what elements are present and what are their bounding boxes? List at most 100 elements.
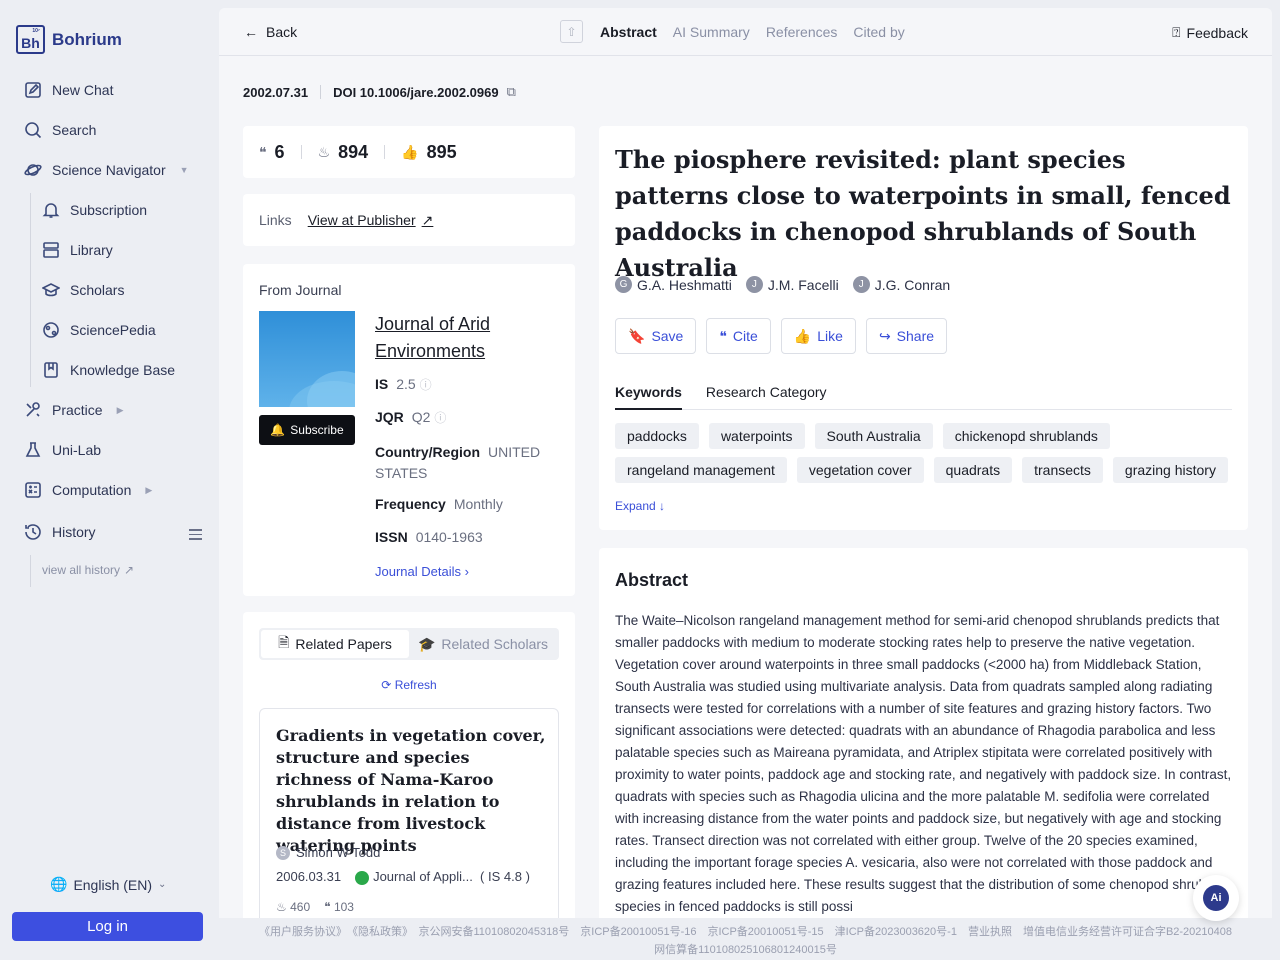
related-paper-title[interactable]: Gradients in vegetation cover, structure…	[276, 725, 546, 857]
refresh-button[interactable]: ⟳ Refresh	[243, 678, 575, 692]
bookmark-icon: 🔖	[628, 327, 646, 344]
like-button[interactable]: 👍 Like	[780, 318, 856, 354]
top-bar: ← Back ⇧ Abstract AI Summary References …	[219, 8, 1272, 56]
chevron-right-icon: ▶	[116, 404, 124, 415]
tab-abstract[interactable]: Abstract	[600, 24, 657, 40]
keyword-tag[interactable]: paddocks	[615, 423, 699, 449]
graduation-cap-icon	[42, 283, 60, 297]
keyword-tag[interactable]: transects	[1022, 457, 1103, 483]
keyword-tag[interactable]: South Australia	[814, 423, 933, 449]
brand-name: Bohrium	[52, 29, 122, 49]
tools-icon	[26, 402, 40, 417]
journal-card: From Journal 🔔 Subscribe Journal of Arid…	[243, 264, 575, 596]
keyword-tag[interactable]: grazing history	[1112, 457, 1228, 483]
tab-related-scholars[interactable]: 🎓 Related Scholars	[409, 630, 557, 658]
planet-icon	[24, 164, 42, 176]
sidebar-item-computation[interactable]: Computation ▶	[24, 481, 152, 499]
footer: 《用户服务协议》 《隐私政策》 京公网安备11010802045318号 京IC…	[219, 923, 1272, 959]
keyword-tag[interactable]: quadrats	[933, 457, 1013, 483]
copy-icon[interactable]: ⧉	[507, 84, 516, 100]
paper-meta: 2002.07.31 DOI 10.1006/jare.2002.0969 ⧉	[243, 84, 516, 100]
links-label: Links	[259, 212, 292, 228]
keyword-tag[interactable]: waterpoints	[708, 423, 805, 449]
related-paper-meta: 2006.03.31 Journal of Appli... ( IS 4.8 …	[276, 869, 530, 885]
chevron-down-icon: ▼	[179, 165, 189, 175]
sidebar-item-subscription[interactable]: Subscription	[42, 201, 147, 219]
globe-icon	[43, 322, 59, 338]
cite-button[interactable]: ❝ Cite	[706, 318, 771, 354]
menu-icon[interactable]	[189, 526, 202, 543]
login-button[interactable]: Log in	[12, 912, 203, 941]
country-region: Country/Region UNITED STATES	[375, 444, 541, 481]
chevron-down-icon: ⌄	[158, 879, 167, 890]
journal-name-link[interactable]: Journal of Arid Environments	[375, 311, 535, 365]
view-count: ♨ 894	[317, 141, 369, 162]
arrow-down-icon: ↓	[659, 499, 666, 513]
divider	[300, 145, 302, 159]
keyword-tag[interactable]: rangeland management	[615, 457, 787, 483]
view-at-publisher-link[interactable]: View at Publisher ↗	[308, 212, 434, 229]
tab-references[interactable]: References	[766, 24, 838, 40]
language-selector[interactable]: 🌐 English (EN) ⌄	[50, 876, 166, 893]
refresh-icon: ⟳	[381, 678, 392, 692]
divider	[384, 145, 386, 159]
info-icon[interactable]: ⓘ	[420, 378, 432, 392]
tab-keywords[interactable]: Keywords	[615, 384, 682, 410]
from-journal-label: From Journal	[259, 282, 342, 298]
sidebar-item-science-navigator[interactable]: Science Navigator ▼	[24, 161, 189, 179]
sidebar-item-search[interactable]: Search	[24, 121, 96, 139]
journal-details-link[interactable]: Journal Details ›	[375, 564, 469, 579]
sidebar-item-history[interactable]: History	[24, 523, 96, 541]
share-icon: ↪	[878, 327, 891, 344]
tab-ai-summary[interactable]: AI Summary	[673, 24, 750, 40]
citation-count: ❝ 6	[259, 141, 285, 162]
library-icon	[43, 242, 59, 258]
sidebar-item-sciencepedia[interactable]: SciencePedia	[42, 321, 156, 339]
avatar: J	[745, 276, 763, 293]
sidebar-item-practice[interactable]: Practice ▶	[24, 401, 124, 419]
sidebar-item-knowledge-base[interactable]: Knowledge Base	[42, 361, 175, 379]
journal-cover[interactable]	[259, 311, 355, 407]
keyword-tag[interactable]: vegetation cover	[796, 457, 924, 483]
related-paper-stats: ♨ 460 ❝ 103	[276, 900, 354, 914]
subscribe-button[interactable]: 🔔 Subscribe	[259, 415, 355, 445]
like-count: 👍 895	[401, 141, 457, 162]
tab-cited-by[interactable]: Cited by	[853, 24, 904, 40]
tab-research-category[interactable]: Research Category	[706, 384, 827, 410]
journal-logo-icon	[355, 870, 370, 885]
author-item[interactable]: J J.M. Facelli	[745, 276, 839, 293]
scroll-top-icon[interactable]: ⇧	[560, 20, 583, 43]
keyword-tabs: Keywords Research Category	[615, 384, 1232, 410]
abstract-text: The Waite–Nicolson rangeland management …	[615, 613, 1232, 914]
quote-icon: ❝	[324, 900, 331, 914]
keyword-tag[interactable]: chickenopd shrublands	[942, 423, 1110, 449]
impact-score: IS 2.5 ⓘ	[375, 376, 432, 392]
footer-license: 网信算备110108025106801240015号	[654, 944, 837, 956]
stats-card: ❝ 6 ♨ 894 👍 895	[243, 126, 575, 178]
sidebar-item-uni-lab[interactable]: Uni-Lab	[24, 441, 101, 459]
author-item[interactable]: G G.A. Heshmatti	[615, 276, 732, 293]
expand-button[interactable]: Expand ↓	[615, 499, 665, 513]
feedback-button[interactable]: ⍰ Feedback	[1172, 24, 1248, 41]
sidebar-item-scholars[interactable]: Scholars	[42, 281, 124, 299]
tab-related-papers[interactable]: 🗎 Related Papers	[261, 630, 409, 658]
back-button[interactable]: ← Back	[244, 24, 297, 40]
info-icon[interactable]: ⓘ	[434, 411, 446, 425]
external-link-icon: ↗	[421, 211, 434, 228]
ai-assistant-button[interactable]: Ai	[1193, 875, 1239, 921]
logo[interactable]: 10⁷ Bh Bohrium	[16, 25, 122, 54]
save-button[interactable]: 🔖 Save	[615, 318, 697, 354]
nav-divider	[30, 193, 31, 387]
share-button[interactable]: ↪ Share	[865, 318, 948, 354]
related-paper-card[interactable]: Gradients in vegetation cover, structure…	[259, 708, 559, 918]
quote-icon: ❝	[719, 327, 727, 344]
view-all-history-link[interactable]: view all history ↗	[42, 563, 134, 577]
graduation-cap-icon: 🎓	[417, 635, 436, 652]
sidebar-item-library[interactable]: Library	[42, 241, 113, 259]
history-icon	[25, 524, 41, 540]
abstract-card: Abstract The Waite–Nicolson rangeland ma…	[599, 548, 1248, 918]
avatar: J	[852, 276, 870, 293]
feedback-icon: ⍰	[1172, 24, 1181, 40]
author-item[interactable]: J J.G. Conran	[852, 276, 950, 293]
sidebar-item-new-chat[interactable]: New Chat	[24, 81, 113, 99]
